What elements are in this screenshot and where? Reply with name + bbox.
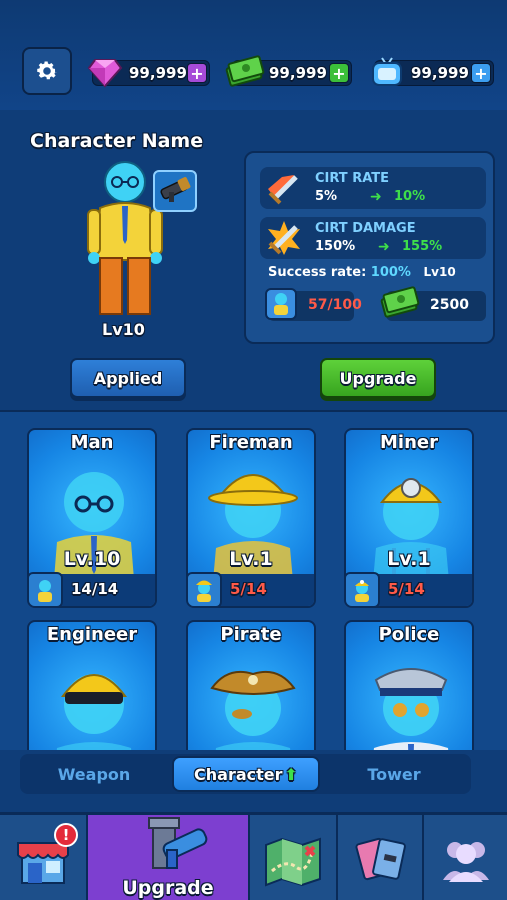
cash-value: 99,999 bbox=[269, 64, 327, 82]
cards-icon bbox=[355, 837, 406, 881]
character-card-police[interactable]: Police bbox=[344, 620, 474, 750]
crit-damage-row: CIRT DAMAGE 150% ➜ 155% bbox=[260, 217, 486, 259]
nav-map[interactable] bbox=[250, 815, 338, 900]
card-progress-bar: 14/14 bbox=[29, 572, 155, 606]
tab-character[interactable]: Character ⬆ bbox=[172, 756, 320, 792]
character-name: Pirate bbox=[220, 624, 282, 645]
success-rate-level: Lv10 bbox=[423, 265, 456, 279]
map-icon bbox=[265, 837, 321, 887]
success-rate-label: Success rate: bbox=[268, 265, 367, 280]
nav-upgrade-label: Upgrade bbox=[122, 877, 214, 899]
applied-button[interactable]: Applied bbox=[70, 358, 186, 398]
character-name: Character Name bbox=[30, 130, 204, 152]
card-progress-bar: 5/14 bbox=[188, 572, 314, 606]
police-figure bbox=[346, 644, 472, 750]
crit-damage-label: CIRT DAMAGE bbox=[315, 221, 416, 236]
character-chip-icon bbox=[188, 572, 222, 606]
stats-panel: CIRT RATE 5% ➜ 10% CIRT DAMAGE 150% ➜ 15… bbox=[244, 151, 495, 344]
card-progress: 14/14 bbox=[71, 580, 119, 598]
tab-weapon[interactable]: Weapon bbox=[24, 756, 164, 792]
character-level: Lv10 bbox=[102, 320, 145, 339]
card-progress: 5/14 bbox=[230, 580, 267, 598]
nav-shop[interactable]: ! bbox=[0, 815, 88, 900]
bottom-nav: ! Upgrade bbox=[0, 812, 507, 900]
character-name: Engineer bbox=[46, 624, 138, 645]
crit-rate-row: CIRT RATE 5% ➜ 10% bbox=[260, 167, 486, 209]
success-rate: Success rate: 100% Lv10 bbox=[268, 265, 456, 280]
arrow-up-icon: ⬆ bbox=[284, 764, 298, 784]
character-name: Police bbox=[378, 624, 440, 645]
tab-character-label: Character bbox=[194, 764, 283, 784]
crit-damage-current: 150% bbox=[315, 239, 356, 254]
rocket-launcher-icon bbox=[160, 177, 191, 202]
card-cost: 57/100 bbox=[265, 288, 362, 321]
crit-rate-current: 5% bbox=[315, 189, 338, 204]
card-cost-value: 57/100 bbox=[308, 297, 362, 313]
sword-icon bbox=[264, 169, 304, 207]
card-progress: 5/14 bbox=[388, 580, 425, 598]
tv-value: 99,999 bbox=[411, 64, 469, 82]
character-card-pirate[interactable]: Pirate bbox=[186, 620, 316, 750]
cash-icon bbox=[380, 285, 420, 323]
people-icon bbox=[442, 842, 489, 882]
crit-rate-label: CIRT RATE bbox=[315, 171, 390, 186]
tv-counter: 99,999 + bbox=[372, 57, 494, 86]
category-tabs: Weapon Character ⬆ Tower bbox=[20, 754, 471, 794]
character-card-engineer[interactable]: Engineer bbox=[27, 620, 157, 750]
arrow-right-icon: ➜ bbox=[370, 189, 382, 205]
character-chip-icon bbox=[29, 572, 63, 606]
cash-icon bbox=[225, 51, 265, 91]
character-card-man[interactable]: Man Lv.10 14/14 bbox=[27, 428, 157, 608]
add-tv-button[interactable]: + bbox=[471, 63, 491, 83]
gems-value: 99,999 bbox=[129, 64, 187, 82]
gem-icon bbox=[85, 51, 125, 91]
shop-alert-badge: ! bbox=[54, 823, 78, 847]
fireman-figure bbox=[188, 452, 314, 592]
character-name: Miner bbox=[380, 432, 438, 453]
top-bar: 99,999 + 99,999 + 99,999 + bbox=[0, 0, 507, 110]
tab-tower[interactable]: Tower bbox=[324, 756, 464, 792]
sword-burst-icon bbox=[264, 219, 304, 257]
character-card-fireman[interactable]: Fireman Lv.1 5/14 bbox=[186, 428, 316, 608]
nav-upgrade[interactable]: Upgrade bbox=[88, 815, 250, 900]
character-name: Fireman bbox=[209, 432, 293, 453]
character-level: Lv.10 bbox=[63, 548, 121, 570]
crit-rate-next: 10% bbox=[394, 189, 426, 204]
upgrade-button[interactable]: Upgrade bbox=[320, 358, 436, 398]
tv-icon bbox=[367, 51, 407, 91]
cash-counter: 99,999 + bbox=[225, 55, 352, 87]
man-figure bbox=[29, 452, 155, 592]
character-level: Lv.1 bbox=[229, 548, 273, 570]
success-rate-value: 100% bbox=[370, 265, 411, 280]
card-progress-bar: 5/14 bbox=[346, 572, 472, 606]
character-chip-icon bbox=[346, 572, 380, 606]
blaster-tower-icon bbox=[148, 817, 208, 869]
equipped-weapon-slot[interactable] bbox=[153, 170, 197, 212]
cash-cost-value: 2500 bbox=[430, 297, 469, 313]
engineer-figure bbox=[29, 644, 155, 750]
crit-damage-next: 155% bbox=[402, 239, 443, 254]
add-gems-button[interactable]: + bbox=[187, 63, 207, 83]
settings-button[interactable] bbox=[22, 47, 72, 95]
character-level: Lv.1 bbox=[387, 548, 431, 570]
add-cash-button[interactable]: + bbox=[329, 63, 349, 83]
nav-cards[interactable] bbox=[338, 815, 424, 900]
character-card-icon bbox=[262, 285, 300, 323]
character-card-miner[interactable]: Miner Lv.1 5/14 bbox=[344, 428, 474, 608]
miner-figure bbox=[346, 452, 472, 592]
pirate-figure bbox=[188, 644, 314, 750]
character-name: Man bbox=[70, 432, 114, 453]
nav-social[interactable] bbox=[424, 815, 507, 900]
cash-cost: 2500 bbox=[380, 286, 486, 321]
gear-icon bbox=[37, 61, 58, 80]
arrow-right-icon: ➜ bbox=[378, 239, 390, 255]
gems-counter: 99,999 + bbox=[87, 59, 210, 88]
character-grid: Man Lv.10 14/14 Fireman Lv.1 5/14 Miner … bbox=[0, 410, 507, 750]
